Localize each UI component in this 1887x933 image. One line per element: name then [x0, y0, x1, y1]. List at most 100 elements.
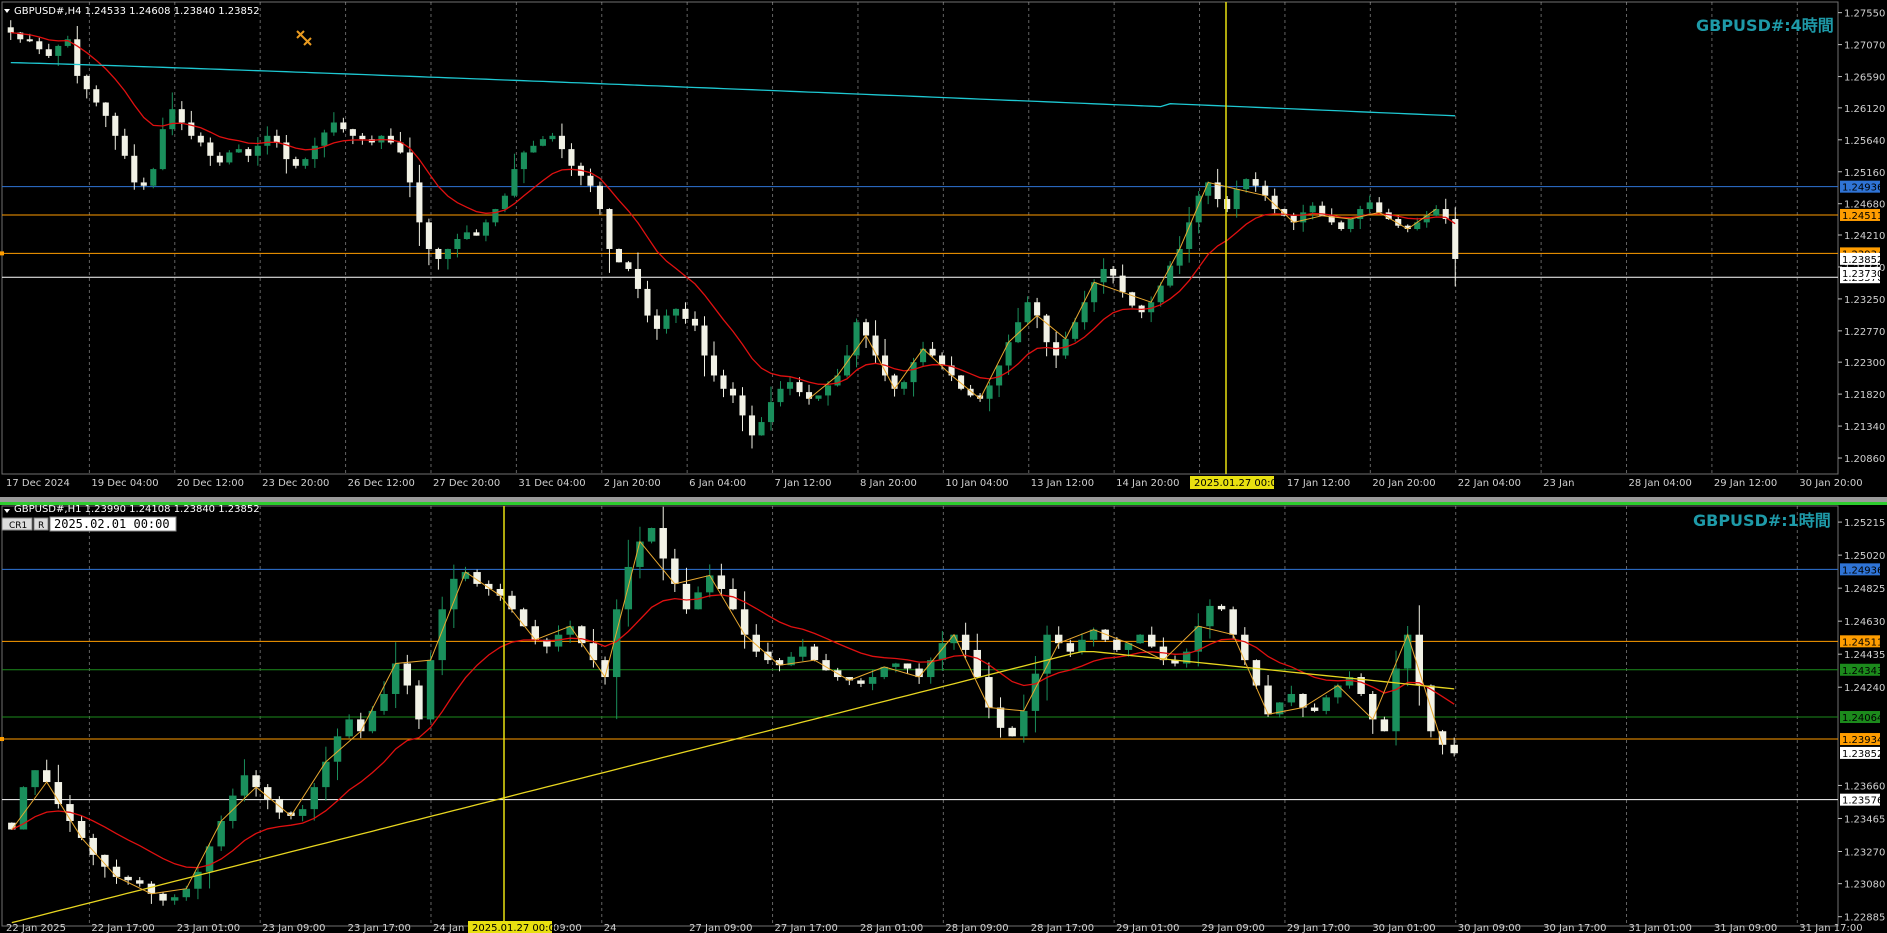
candle-body: [1262, 185, 1269, 196]
candle-body: [1366, 202, 1373, 210]
datetime-value: 2025.02.01 00:00: [54, 517, 170, 531]
cr1-label: CR1: [9, 521, 27, 531]
candle-body: [216, 155, 223, 163]
candle-body: [245, 149, 252, 156]
time-axis-label: 27 Jan 17:00: [775, 923, 838, 933]
price-axis-label: 1.23250: [1844, 295, 1885, 306]
candle-body: [492, 209, 499, 223]
candle-body: [380, 693, 388, 711]
candle-body: [1136, 634, 1144, 644]
candle-body: [1452, 219, 1459, 259]
price-axis-label: 1.24825: [1844, 584, 1885, 595]
candle-body: [197, 135, 204, 143]
candle-body: [1392, 668, 1400, 732]
candle-body: [31, 770, 39, 788]
candle-body: [691, 318, 699, 326]
candle-body: [903, 663, 912, 669]
candle-body: [501, 195, 508, 210]
current-price-label: 1.23852: [1842, 749, 1883, 760]
candle-body: [240, 775, 249, 796]
price-axis-label: 1.24210: [1844, 231, 1885, 242]
time-axis-label: 20 Dec 12:00: [177, 478, 244, 489]
time-axis-label: 28 Jan 09:00: [945, 923, 1008, 933]
candle-body: [292, 159, 299, 166]
candle-body: [205, 846, 214, 872]
time-axis-label: 30 Jan 17:00: [1543, 923, 1606, 933]
candle-body: [273, 135, 280, 143]
candle-body: [310, 787, 318, 810]
candle-body: [1020, 710, 1028, 737]
candle-body: [340, 122, 347, 130]
candle-body: [406, 152, 413, 183]
pane-divider[interactable]: [0, 497, 1887, 502]
candle-body: [77, 821, 86, 838]
time-axis-label: 8 Jan 20:00: [860, 478, 917, 489]
candle-body: [950, 634, 958, 644]
time-axis-label: 17 Dec 2024: [6, 478, 70, 489]
candle-body: [606, 209, 613, 249]
price-axis-label: 1.24435: [1844, 650, 1885, 661]
candle-body: [1347, 219, 1354, 230]
time-axis-label: 31 Jan 09:00: [1714, 923, 1777, 933]
time-axis-label: 31 Jan 01:00: [1629, 923, 1692, 933]
candle-body: [93, 89, 100, 103]
candle-body: [1290, 215, 1297, 223]
candle-body: [558, 135, 565, 150]
price-axis-label: 1.23270: [1844, 847, 1885, 858]
candle-body: [345, 719, 353, 737]
candle-body: [112, 115, 119, 136]
candle-body: [625, 262, 632, 269]
candle-body: [403, 663, 412, 686]
candle-body: [986, 385, 993, 399]
candle-body: [1338, 222, 1345, 230]
candle-body: [217, 821, 225, 847]
time-axis-label: 31 Jan 17:00: [1799, 923, 1862, 933]
candle-body: [36, 41, 43, 50]
price-axis-label: 1.27550: [1844, 9, 1885, 20]
candle-body: [1403, 634, 1412, 669]
candle-body: [136, 880, 144, 884]
candle-body: [170, 897, 179, 901]
candle-body: [824, 385, 832, 396]
price-axis-label: 1.22300: [1844, 358, 1885, 369]
time-axis-label: 28 Jan 01:00: [860, 923, 923, 933]
candle-body: [89, 837, 97, 855]
candle-body: [1119, 275, 1126, 293]
price-axis-label: 1.24240: [1844, 683, 1885, 694]
candle-body: [1309, 205, 1316, 213]
candle-body: [1043, 634, 1051, 674]
candle-body: [1034, 302, 1041, 316]
candle-body: [226, 152, 233, 163]
candle-body: [810, 646, 819, 661]
r-label: R: [38, 521, 44, 531]
candle-body: [710, 355, 718, 376]
candle-body: [659, 528, 667, 559]
candle-body: [857, 680, 865, 684]
candle-body: [1252, 179, 1259, 186]
price-axis-label: 1.25215: [1844, 518, 1885, 529]
time-axis-label: 23 Dec 20:00: [262, 478, 329, 489]
candle-body: [1224, 199, 1231, 210]
time-axis-label: 17 Jan 12:00: [1287, 478, 1350, 489]
candle-body: [996, 707, 1005, 728]
time-axis-label: 30 Jan 01:00: [1372, 923, 1435, 933]
candle-body: [1450, 744, 1458, 754]
candle-body: [264, 135, 271, 146]
candle-body: [321, 132, 328, 146]
time-axis-label: 29 Jan 17:00: [1287, 923, 1350, 933]
candle-body: [961, 634, 970, 650]
candle-body: [359, 135, 366, 140]
candle-body: [1031, 673, 1040, 711]
time-axis-label: 22 Jan 04:00: [1458, 478, 1521, 489]
trading-chart[interactable]: 17 Dec 2024 19 Dec 04:00 20 Dec 12:00 23 De…: [0, 0, 1887, 933]
candle-body: [26, 39, 33, 42]
time-axis-label: 28 Jan 17:00: [1031, 923, 1094, 933]
control-buttons[interactable]: CR1 R 2025.02.01 00:00: [1, 516, 177, 532]
candle-body: [45, 49, 52, 56]
price-axis-label: 1.23660: [1844, 781, 1885, 792]
candle-body: [863, 322, 870, 336]
candle-body: [587, 175, 594, 186]
candle-body: [425, 222, 432, 249]
candle-body: [159, 893, 167, 901]
candle-body: [463, 232, 470, 239]
